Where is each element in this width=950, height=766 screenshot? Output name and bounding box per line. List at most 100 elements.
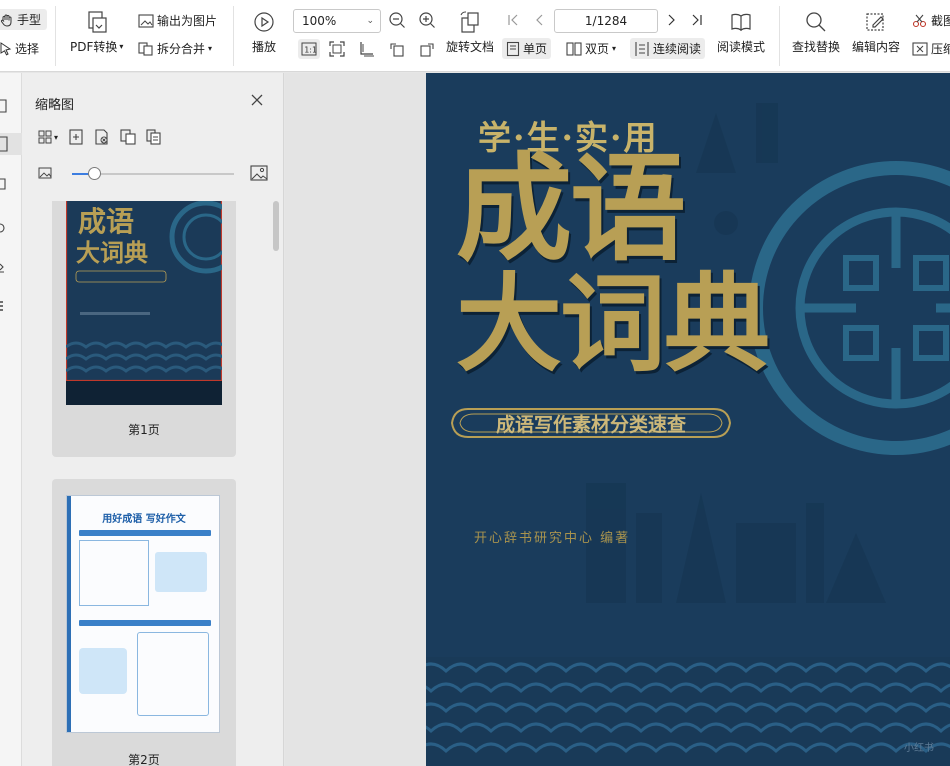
actual-size-icon[interactable]: 1:1 [298, 39, 320, 59]
cursor-icon [0, 41, 12, 56]
page-indicator: 1/1284 [584, 14, 628, 28]
find-replace-button[interactable]: 查找替换 [792, 10, 840, 55]
cover-title-line-2: 大词典 [456, 261, 770, 386]
thumbnail-size-slider[interactable] [38, 165, 268, 183]
large-image-icon [250, 165, 268, 181]
rotate-document-button[interactable]: 旋转文档 [446, 10, 494, 55]
pdf-convert-button[interactable]: PDF转换 ▾ [70, 10, 123, 55]
toolbar-divider [233, 6, 234, 66]
screenshot-button[interactable]: 截图 [912, 12, 950, 29]
play-button[interactable]: 播放 [252, 10, 276, 55]
scissors-icon [912, 14, 928, 28]
panel-title: 缩略图 [35, 98, 75, 113]
replace-page-icon[interactable] [120, 129, 136, 145]
slider-knob[interactable] [88, 167, 101, 180]
attachment-tab-icon[interactable] [0, 295, 22, 317]
reading-mode-button[interactable]: 阅读模式 [717, 10, 765, 55]
thumbnail-list: 成语 大词典 第1页 用好成语 写好作文 第2页 [52, 201, 240, 766]
hand-tool-button[interactable]: 手型 [0, 9, 48, 30]
left-sidebar-strip [0, 73, 22, 766]
document-page: 学·生·实·用 成语 大词典 成语写作素材分类速查 开心辞书研究中心 编著 小红… [426, 73, 950, 766]
document-view[interactable]: 学·生·实·用 成语 大词典 成语写作素材分类速查 开心辞书研究中心 编著 小红… [285, 73, 950, 766]
grid-view-icon[interactable]: ▾ [38, 130, 58, 144]
svg-text:1:1: 1:1 [304, 46, 317, 55]
image-export-icon [138, 13, 154, 28]
thumbnail-page-2[interactable]: 用好成语 写好作文 第2页 [52, 479, 236, 766]
pdf-convert-label: PDF转换 [70, 40, 118, 54]
thumb2-bar [79, 530, 211, 536]
chevron-down-icon: ⌄ [366, 16, 374, 26]
pdf-convert-icon [86, 10, 108, 38]
compress-label: 压缩 [931, 42, 950, 56]
screenshot-label: 截图 [931, 14, 950, 28]
continuous-reading-button[interactable]: 连续阅读 [630, 38, 706, 59]
select-tool-label: 选择 [15, 42, 40, 56]
zoom-select[interactable]: 100% ⌄ [293, 9, 381, 33]
hand-tool-label: 手型 [17, 13, 42, 27]
split-merge-button[interactable]: 拆分合并 ▾ [138, 40, 212, 57]
insert-page-icon[interactable] [68, 129, 84, 145]
fit-page-icon[interactable] [328, 40, 346, 58]
chevron-down-icon: ▾ [54, 132, 59, 142]
export-image-label: 输出为图片 [157, 14, 218, 28]
prev-page-icon[interactable] [533, 13, 547, 27]
zoom-in-icon[interactable] [418, 11, 436, 29]
zoom-out-icon[interactable] [388, 11, 406, 29]
chevron-down-icon: ▾ [119, 42, 124, 51]
chevron-down-icon: ▾ [208, 44, 213, 53]
thumb2-section-1 [79, 530, 211, 610]
play-label: 播放 [252, 40, 277, 54]
edit-icon [864, 10, 888, 38]
close-icon[interactable] [250, 93, 264, 107]
svg-text:大词典: 大词典 [76, 238, 148, 267]
search-icon [804, 10, 828, 38]
annotation-tab-icon[interactable] [0, 217, 22, 239]
select-tool-button[interactable]: 选择 [0, 40, 39, 57]
watermark: 小红书 [904, 743, 934, 754]
edit-content-label: 编辑内容 [852, 40, 901, 54]
thumb2-title: 用好成语 写好作文 [102, 514, 186, 525]
double-page-button[interactable]: 双页 ▾ [566, 40, 616, 57]
rotate-document-label: 旋转文档 [446, 40, 495, 54]
page-1-thumbnail-image: 成语 大词典 [66, 201, 222, 405]
page-number-input[interactable]: 1/1284 [554, 9, 658, 33]
export-image-button[interactable]: 输出为图片 [138, 12, 217, 29]
fit-width-icon[interactable] [358, 40, 376, 58]
compress-button[interactable]: 压缩 [912, 40, 950, 57]
next-page-icon[interactable] [664, 13, 678, 27]
wave-pattern [426, 657, 950, 766]
toolbar: 手型 选择 PDF转换 ▾ 输出为图片 拆分合并 ▾ 播放 100% ⌄ 1:1… [0, 0, 950, 72]
first-page-icon[interactable] [506, 13, 520, 27]
edit-content-button[interactable]: 编辑内容 [852, 10, 900, 55]
thumbnail-page-1[interactable]: 成语 大词典 第1页 [52, 201, 236, 457]
extract-page-icon[interactable] [146, 129, 162, 145]
bookmark-tab-icon[interactable] [0, 173, 22, 195]
thumb2-box [79, 540, 149, 606]
toolbar-divider [779, 6, 780, 66]
thumb2-bar [79, 620, 211, 626]
thumbnail-panel: 缩略图 ▾ 成语 大词典 第1页 用好成语 写好作文 第2页 [22, 73, 284, 766]
single-page-button[interactable]: 单页 [502, 38, 552, 59]
thumb2-left-stripe [67, 496, 71, 732]
double-page-label: 双页 [585, 42, 610, 56]
thumbnail-tools: ▾ [38, 129, 162, 145]
thumbnail-scrollbar[interactable] [273, 201, 279, 251]
svg-text:成语: 成语 [78, 205, 134, 238]
thumbnails-tab-icon[interactable] [0, 95, 22, 117]
page-2-thumbnail-image: 用好成语 写好作文 [66, 495, 220, 733]
small-image-icon [38, 166, 52, 180]
continuous-reading-label: 连续阅读 [653, 42, 702, 56]
compress-icon [912, 41, 928, 56]
find-replace-label: 查找替换 [792, 40, 841, 54]
rotate-right-icon[interactable] [418, 40, 436, 58]
double-page-icon [566, 41, 582, 57]
last-page-icon[interactable] [690, 13, 704, 27]
search-tab-icon[interactable] [0, 257, 22, 279]
rotate-left-icon[interactable] [388, 40, 406, 58]
split-merge-label: 拆分合并 [157, 42, 206, 56]
single-page-label: 单页 [523, 42, 548, 56]
delete-page-icon[interactable] [94, 129, 110, 145]
zoom-value: 100% [302, 14, 337, 28]
thumb2-note [155, 552, 207, 592]
outline-tab-icon[interactable] [0, 133, 22, 155]
